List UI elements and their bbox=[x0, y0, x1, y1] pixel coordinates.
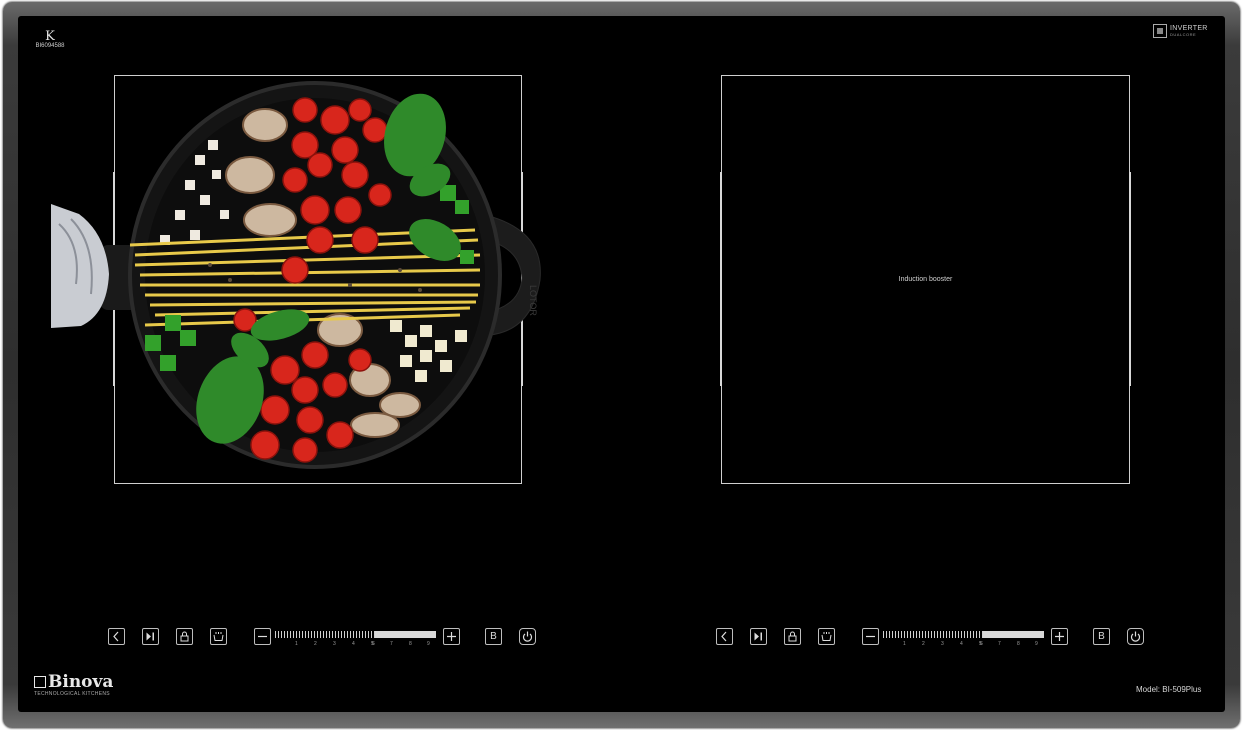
power-level-slider-right[interactable]: 1 2 3 4 5 6 7 8 9 bbox=[883, 631, 1044, 651]
pot-icon bbox=[821, 632, 832, 641]
plus-icon bbox=[1055, 632, 1064, 641]
chevron-left-icon bbox=[721, 631, 727, 642]
timer-right-button[interactable] bbox=[716, 628, 733, 645]
increase-button[interactable] bbox=[443, 628, 460, 645]
scale-label: 1 bbox=[903, 641, 906, 647]
logo-name: Binova bbox=[48, 672, 114, 692]
increase-button[interactable] bbox=[1051, 628, 1068, 645]
pot-icon bbox=[213, 632, 224, 641]
scale-label: 9 bbox=[1035, 641, 1038, 647]
logo-wordmark: Binova bbox=[34, 673, 113, 691]
lock-icon bbox=[788, 631, 797, 642]
brand-mark-glyph: K bbox=[45, 29, 55, 44]
plus-icon bbox=[447, 632, 456, 641]
pan-handle-text: LOTOR bbox=[528, 285, 538, 316]
chip-icon bbox=[1153, 24, 1167, 38]
power-icon bbox=[522, 631, 533, 642]
oven-mitt-image bbox=[51, 204, 109, 328]
timer-left-button[interactable] bbox=[108, 628, 125, 645]
power-icon bbox=[1130, 631, 1141, 642]
scale-label: 7 bbox=[390, 641, 393, 647]
binova-logo: Binova TECHNOLOGICAL KITCHENS bbox=[34, 673, 113, 697]
minus-icon bbox=[258, 635, 267, 638]
pan-with-food-image: LOTOR bbox=[100, 81, 541, 469]
power-button[interactable] bbox=[519, 628, 536, 645]
scale-label: 3 bbox=[941, 641, 944, 647]
power-level-slider-left[interactable]: 1 2 3 4 5 6 7 8 9 bbox=[275, 631, 436, 651]
boost-button[interactable]: B bbox=[1093, 628, 1110, 645]
logo-box-icon bbox=[34, 676, 46, 688]
lock-button[interactable] bbox=[176, 628, 193, 645]
scale-label: 3 bbox=[333, 641, 336, 647]
scale-label: 2 bbox=[922, 641, 925, 647]
scale-label: 2 bbox=[314, 641, 317, 647]
keep-warm-button[interactable] bbox=[818, 628, 835, 645]
logo-tagline: TECHNOLOGICAL KITCHENS bbox=[34, 691, 110, 697]
boost-button[interactable]: B bbox=[485, 628, 502, 645]
lock-button[interactable] bbox=[784, 628, 801, 645]
cooking-zone-right[interactable]: Induction booster bbox=[720, 75, 1131, 484]
scale-label: 7 bbox=[998, 641, 1001, 647]
induction-booster-label: Induction booster bbox=[898, 276, 953, 283]
inverter-subtitle: DUALCORE bbox=[1170, 32, 1197, 37]
scale-label: 1 bbox=[295, 641, 298, 647]
scale-label: 9 bbox=[427, 641, 430, 647]
pause-play-button[interactable] bbox=[750, 628, 767, 645]
power-button[interactable] bbox=[1127, 628, 1144, 645]
scale-label: 4 bbox=[352, 641, 355, 647]
slider-fill bbox=[375, 631, 436, 638]
inverter-title: INVERTER bbox=[1170, 25, 1208, 32]
scale-label: 6 bbox=[372, 641, 375, 647]
slider-fill bbox=[983, 631, 1044, 638]
minus-icon bbox=[866, 635, 875, 638]
skip-play-icon bbox=[754, 632, 762, 641]
slider-scale: 1 2 3 4 5 6 7 8 9 bbox=[275, 641, 436, 649]
slider-scale: 1 2 3 4 5 6 7 8 9 bbox=[883, 641, 1044, 649]
decrease-button[interactable] bbox=[862, 628, 879, 645]
model-label: Model: BI-509Plus bbox=[1136, 685, 1202, 694]
keep-warm-button[interactable] bbox=[210, 628, 227, 645]
skip-play-icon bbox=[146, 632, 154, 641]
brand-mark-top-left: K BI6094588 bbox=[30, 30, 70, 49]
scale-label: 6 bbox=[980, 641, 983, 647]
scale-label: 8 bbox=[409, 641, 412, 647]
brand-code: BI6094588 bbox=[35, 43, 65, 49]
scale-label: 8 bbox=[1017, 641, 1020, 647]
chevron-left-icon bbox=[113, 631, 119, 642]
scale-label: 4 bbox=[960, 641, 963, 647]
zone-edge-marker bbox=[1129, 172, 1131, 386]
lock-icon bbox=[180, 631, 189, 642]
pause-play-button[interactable] bbox=[142, 628, 159, 645]
inverter-badge: INVERTER DUALCORE bbox=[1153, 24, 1208, 38]
decrease-button[interactable] bbox=[254, 628, 271, 645]
